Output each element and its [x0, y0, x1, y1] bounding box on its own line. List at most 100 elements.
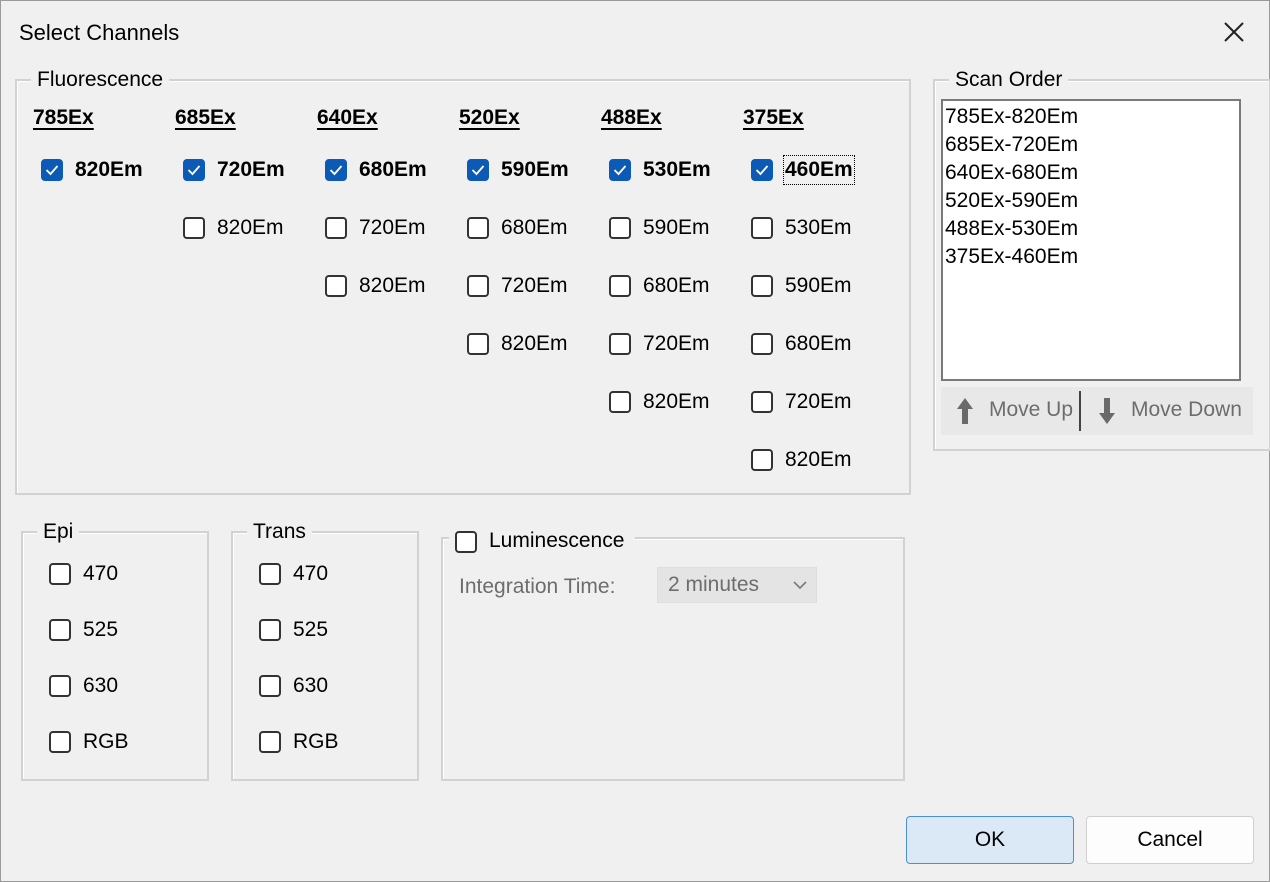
luminescence-label: Luminescence: [489, 529, 625, 552]
channel-label: 525: [293, 618, 329, 641]
dialog-title: Select Channels: [19, 20, 180, 45]
fluorescence-legend: Fluorescence: [31, 67, 170, 93]
excitation-header: 785Ex: [33, 106, 94, 129]
channel-checkbox[interactable]: [49, 731, 71, 753]
channel-label: 680Em: [359, 158, 427, 181]
integration-time-value: 2 minutes: [668, 573, 760, 596]
channel-checkbox[interactable]: [609, 159, 631, 181]
channel-label: 590Em: [501, 158, 569, 181]
integration-time-label: Integration Time:: [459, 575, 616, 598]
excitation-header: 375Ex: [743, 106, 804, 129]
channel-label: 720Em: [501, 274, 568, 297]
scan-order-item[interactable]: 520Ex-590Em: [945, 187, 1078, 215]
channel-checkbox[interactable]: [751, 391, 773, 413]
channel-checkbox[interactable]: [41, 159, 63, 181]
channel-label: RGB: [293, 730, 339, 753]
channel-label: 530Em: [785, 216, 852, 239]
channel-label: 630: [293, 674, 329, 697]
channel-label: 820Em: [643, 390, 710, 413]
channel-checkbox[interactable]: [751, 217, 773, 239]
ok-button[interactable]: OK: [906, 816, 1074, 864]
luminescence-checkbox[interactable]: [455, 531, 477, 553]
channel-label: 720Em: [785, 390, 852, 413]
channel-checkbox[interactable]: [325, 275, 347, 297]
channel-checkbox[interactable]: [259, 619, 281, 641]
fluorescence-group: Fluorescence: [15, 67, 911, 495]
channel-checkbox[interactable]: [183, 217, 205, 239]
scan-order-list[interactable]: 785Ex-820Em 685Ex-720Em 640Ex-680Em 520E…: [941, 99, 1241, 381]
channel-checkbox[interactable]: [259, 731, 281, 753]
scan-order-legend: Scan Order: [949, 67, 1069, 93]
channel-label: 720Em: [217, 158, 285, 181]
channel-checkbox[interactable]: [49, 619, 71, 641]
channel-label: 530Em: [643, 158, 711, 181]
channel-label: 590Em: [785, 274, 852, 297]
epi-legend: Epi: [37, 519, 80, 545]
move-up-button[interactable]: Move Up: [941, 387, 1077, 435]
scan-order-item[interactable]: 785Ex-820Em: [945, 103, 1078, 131]
channel-label: RGB: [83, 730, 129, 753]
integration-time-select[interactable]: 2 minutes: [657, 567, 817, 603]
trans-legend: Trans: [247, 519, 312, 545]
channel-checkbox[interactable]: [49, 563, 71, 585]
luminescence-legend: Luminescence: [449, 525, 635, 555]
channel-label: 680Em: [785, 332, 852, 355]
move-down-label: Move Down: [1131, 398, 1242, 421]
arrow-down-icon: [1099, 398, 1115, 424]
checkmark-icon: [471, 165, 485, 176]
channel-checkbox[interactable]: [325, 159, 347, 181]
channel-checkbox[interactable]: [325, 217, 347, 239]
channel-checkbox[interactable]: [467, 159, 489, 181]
channel-label: 820Em: [785, 448, 852, 471]
move-toolbar: Move Up Move Down: [941, 387, 1253, 435]
channel-label: 470: [293, 562, 329, 585]
channel-checkbox[interactable]: [467, 333, 489, 355]
channel-label: 470: [83, 562, 119, 585]
channel-label: 820Em: [359, 274, 426, 297]
channel-label: 590Em: [643, 216, 710, 239]
channel-checkbox[interactable]: [751, 275, 773, 297]
channel-label: 720Em: [359, 216, 426, 239]
channel-checkbox[interactable]: [467, 217, 489, 239]
cancel-button[interactable]: Cancel: [1086, 816, 1254, 864]
channel-label: 525: [83, 618, 119, 641]
checkmark-icon: [45, 165, 59, 176]
move-up-label: Move Up: [989, 398, 1074, 421]
title-bar: Select Channels: [1, 1, 1269, 63]
channel-checkbox[interactable]: [751, 159, 773, 181]
channel-checkbox[interactable]: [609, 275, 631, 297]
checkmark-icon: [187, 165, 201, 176]
scan-order-item[interactable]: 375Ex-460Em: [945, 243, 1078, 271]
excitation-header: 520Ex: [459, 106, 520, 129]
checkmark-icon: [755, 165, 769, 176]
channel-label: 680Em: [643, 274, 710, 297]
select-channels-dialog: Select Channels Fluorescence 785Ex 820Em 6…: [0, 0, 1270, 882]
channel-checkbox[interactable]: [609, 333, 631, 355]
channel-label: 820Em: [501, 332, 568, 355]
arrow-up-icon: [957, 398, 973, 424]
move-down-button[interactable]: Move Down: [1083, 387, 1253, 435]
channel-checkbox[interactable]: [259, 563, 281, 585]
channel-checkbox[interactable]: [49, 675, 71, 697]
channel-checkbox[interactable]: [751, 333, 773, 355]
checkmark-icon: [613, 165, 627, 176]
close-button[interactable]: [1213, 11, 1255, 53]
scan-order-item[interactable]: 685Ex-720Em: [945, 131, 1078, 159]
toolbar-separator: [1079, 391, 1081, 431]
channel-label: 630: [83, 674, 119, 697]
excitation-header: 640Ex: [317, 106, 378, 129]
chevron-down-icon: [793, 581, 807, 590]
channel-label: 820Em: [217, 216, 284, 239]
channel-checkbox[interactable]: [259, 675, 281, 697]
excitation-header: 488Ex: [601, 106, 662, 129]
channel-label: 460Em: [783, 155, 855, 185]
channel-label: 820Em: [75, 158, 143, 181]
channel-checkbox[interactable]: [609, 391, 631, 413]
channel-checkbox[interactable]: [183, 159, 205, 181]
scan-order-item[interactable]: 640Ex-680Em: [945, 159, 1078, 187]
channel-checkbox[interactable]: [467, 275, 489, 297]
close-icon: [1224, 22, 1244, 42]
channel-checkbox[interactable]: [609, 217, 631, 239]
scan-order-item[interactable]: 488Ex-530Em: [945, 215, 1078, 243]
channel-checkbox[interactable]: [751, 449, 773, 471]
